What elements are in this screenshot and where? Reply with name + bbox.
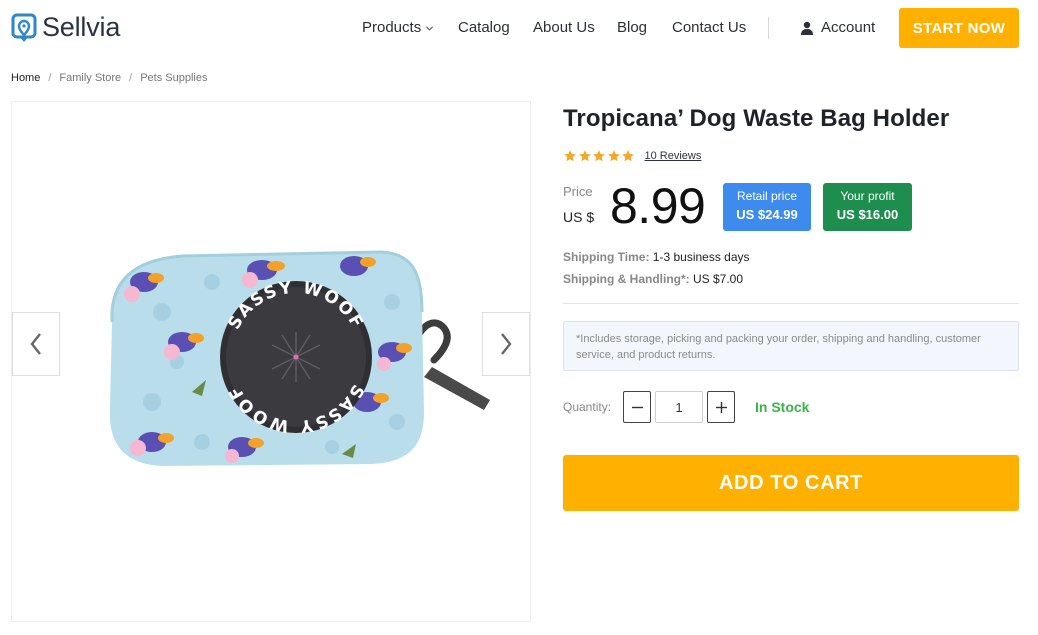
star-icon — [593, 150, 605, 162]
shipping-time-value: 1-3 business days — [652, 250, 750, 264]
site-header: Sellvia Products Catalog About Us Blog C… — [0, 0, 1038, 56]
price-currency: US $ — [563, 209, 595, 225]
quantity-label: Quantity: — [563, 400, 612, 414]
logo[interactable]: Sellvia — [11, 12, 120, 43]
shipping-handling-label: Shipping & Handling*: — [563, 272, 690, 286]
star-icon — [564, 150, 576, 162]
nav-about-us[interactable]: About Us — [533, 19, 595, 36]
reviews-link[interactable]: 10 Reviews — [645, 150, 702, 162]
star-icon — [622, 150, 634, 162]
plus-icon — [715, 401, 727, 413]
shipping-time-label: Shipping Time: — [563, 250, 650, 264]
price-value: 8.99 — [610, 178, 706, 234]
product-gallery: SASSY WOOF SASSY WOOF — [11, 101, 531, 622]
chevron-down-icon — [426, 26, 434, 31]
divider — [563, 303, 1019, 304]
gallery-next-button[interactable] — [482, 312, 530, 376]
nav-catalog[interactable]: Catalog — [458, 19, 510, 36]
gallery-prev-button[interactable] — [12, 312, 60, 376]
minus-icon — [631, 406, 643, 408]
product-title: Tropicana’ Dog Waste Bag Holder — [563, 105, 950, 132]
shipping-time: Shipping Time: 1-3 business days — [563, 250, 750, 264]
profit-label: Your profit — [840, 189, 895, 203]
user-icon — [801, 21, 813, 35]
product-image: SASSY WOOF SASSY WOOF — [109, 250, 490, 466]
star-icon — [578, 150, 591, 162]
breadcrumb-separator: / — [129, 72, 133, 84]
nav-products-label: Products — [362, 19, 422, 36]
breadcrumb: Home / Family Store / Pets Supplies — [11, 72, 207, 84]
shipping-notice: *Includes storage, picking and packing y… — [563, 321, 1019, 371]
product-rating: 10 Reviews — [563, 149, 701, 163]
breadcrumb-home[interactable]: Home — [11, 72, 40, 84]
retail-price-label: Retail price — [736, 189, 798, 203]
chevron-left-icon — [30, 333, 41, 355]
breadcrumb-pets-supplies[interactable]: Pets Supplies — [140, 72, 207, 84]
quantity-decrease-button[interactable] — [623, 391, 651, 423]
profit-badge: Your profit US $16.00 — [823, 183, 912, 231]
rating-stars — [563, 149, 636, 163]
quantity-input[interactable] — [655, 391, 703, 423]
account-label: Account — [821, 19, 876, 36]
price-label: Price — [563, 184, 593, 199]
breadcrumb-family-store[interactable]: Family Store — [59, 72, 121, 84]
shipping-handling-value: US $7.00 — [693, 272, 744, 286]
account-link[interactable]: Account — [800, 19, 875, 36]
profit-value: US $16.00 — [836, 207, 899, 222]
logo-text: Sellvia — [42, 12, 121, 42]
add-to-cart-button[interactable]: ADD TO CART — [563, 455, 1019, 511]
chevron-right-icon — [501, 333, 512, 355]
shipping-handling: Shipping & Handling*: US $7.00 — [563, 272, 743, 286]
map-pin-icon — [11, 13, 37, 42]
nav-products[interactable]: Products — [362, 19, 434, 36]
stock-status: In Stock — [755, 399, 810, 415]
retail-price-badge: Retail price US $24.99 — [723, 183, 811, 231]
quantity-increase-button[interactable] — [707, 391, 735, 423]
main-nav: Products Catalog About Us Blog Contact U… — [362, 19, 746, 36]
nav-contact-us[interactable]: Contact Us — [672, 19, 746, 36]
retail-price-value: US $24.99 — [736, 207, 798, 222]
star-icon — [607, 150, 620, 162]
nav-blog[interactable]: Blog — [617, 19, 647, 36]
breadcrumb-separator: / — [48, 72, 52, 84]
start-now-button[interactable]: START NOW — [899, 8, 1019, 48]
price-block: Price US $ 8.99 — [563, 178, 706, 234]
nav-divider — [768, 17, 769, 39]
